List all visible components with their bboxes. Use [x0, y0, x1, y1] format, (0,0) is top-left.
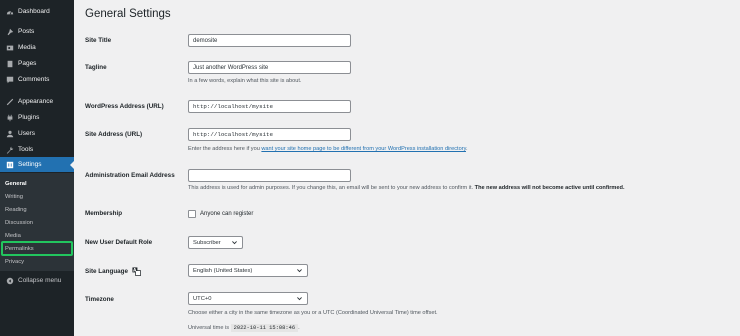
sidebar-item-tools[interactable]: Tools	[0, 142, 74, 157]
default-role-value: Subscriber	[193, 239, 221, 246]
site-address-desc-end: .	[465, 146, 468, 152]
universal-time-suffix: .	[298, 325, 300, 331]
admin-sidebar: Dashboard Posts Media Pages Comments App…	[0, 0, 74, 336]
sidebar-item-settings[interactable]: Settings	[0, 157, 74, 172]
default-role-label: New User Default Role	[85, 239, 153, 246]
brush-icon	[0, 98, 16, 106]
timezone-select[interactable]: UTC+0	[188, 292, 308, 305]
submenu-item-reading[interactable]: Reading	[5, 207, 27, 213]
site-address-help-link[interactable]: want your site home page to be different…	[261, 146, 466, 152]
sidebar-item-label: Tools	[18, 146, 34, 153]
sidebar-item-media[interactable]: Media	[0, 40, 74, 55]
site-address-desc-text: Enter the address here if you	[188, 146, 262, 152]
settings-main: General Settings Site Title demosite Tag…	[74, 0, 740, 336]
site-language-value: English (United States)	[193, 267, 253, 274]
user-icon	[0, 130, 16, 138]
membership-label: Membership	[85, 210, 123, 217]
admin-email-desc-text: This address is used for admin purposes.…	[188, 185, 475, 191]
collapse-icon	[0, 277, 16, 285]
universal-time-label: Universal time is	[188, 325, 230, 331]
sidebar-item-label: Users	[18, 130, 35, 137]
sidebar-item-posts[interactable]: Posts	[0, 24, 74, 39]
universal-time: Universal time is 2022-10-11 15:08:46.	[188, 324, 300, 332]
comment-icon	[0, 76, 16, 84]
permalinks-highlight	[1, 241, 73, 256]
submenu-item-discussion[interactable]: Discussion	[5, 220, 33, 226]
site-address-label: Site Address (URL)	[85, 131, 143, 138]
sidebar-item-comments[interactable]: Comments	[0, 72, 74, 87]
default-role-select[interactable]: Subscriber	[188, 236, 243, 249]
anyone-can-register-checkbox[interactable]	[188, 210, 196, 218]
site-title-input[interactable]: demosite	[188, 34, 351, 47]
settings-icon	[0, 161, 16, 169]
site-language-select[interactable]: English (United States)	[188, 264, 308, 277]
timezone-value: UTC+0	[193, 295, 212, 302]
wrench-icon	[0, 146, 16, 154]
sidebar-item-label: Pages	[18, 60, 37, 67]
settings-submenu: General Writing Reading Discussion Media…	[0, 173, 74, 271]
admin-email-desc-bold: The new address will not become active u…	[474, 185, 625, 191]
sidebar-item-appearance[interactable]: Appearance	[0, 94, 74, 109]
sidebar-item-plugins[interactable]: Plugins	[0, 110, 74, 125]
wp-address-label: WordPress Address (URL)	[85, 103, 164, 110]
plugin-icon	[0, 114, 16, 122]
submenu-item-general[interactable]: General	[5, 181, 27, 187]
sidebar-item-dashboard[interactable]: Dashboard	[0, 4, 74, 19]
timezone-label: Timezone	[85, 296, 114, 303]
admin-email-input[interactable]	[188, 169, 351, 182]
pin-icon	[0, 28, 16, 36]
collapse-menu-label: Collapse menu	[18, 277, 62, 284]
page-icon	[0, 60, 16, 68]
sidebar-item-label: Media	[18, 44, 36, 51]
dashboard-icon	[0, 8, 16, 16]
chevron-down-icon	[295, 295, 303, 303]
sidebar-item-label: Posts	[18, 28, 35, 35]
sidebar-item-label: Comments	[18, 76, 50, 83]
tagline-input[interactable]: Just another WordPress site	[188, 61, 351, 74]
admin-email-description: This address is used for admin purposes.…	[188, 185, 625, 191]
site-address-input[interactable]: http://localhost/mysite	[188, 128, 351, 141]
chevron-down-icon	[230, 239, 238, 247]
anyone-can-register-label: Anyone can register	[200, 211, 254, 217]
site-address-description: Enter the address here if you want your …	[188, 146, 468, 152]
sidebar-item-label: Dashboard	[18, 8, 50, 15]
sidebar-item-label: Settings	[18, 161, 42, 168]
submenu-item-writing[interactable]: Writing	[5, 194, 23, 200]
submenu-item-privacy[interactable]: Privacy	[5, 259, 24, 265]
timezone-description: Choose either a city in the same timezon…	[188, 310, 438, 316]
chevron-down-icon	[295, 267, 303, 275]
tagline-label: Tagline	[85, 64, 107, 71]
site-language-label-row: Site Language A	[85, 267, 141, 276]
translation-icon: A	[132, 267, 141, 276]
media-icon	[0, 44, 16, 52]
admin-email-label: Administration Email Address	[85, 172, 175, 179]
wp-address-input[interactable]: http://localhost/mysite	[188, 100, 351, 113]
site-title-label: Site Title	[85, 37, 112, 44]
submenu-item-media[interactable]: Media	[5, 233, 21, 239]
sidebar-item-users[interactable]: Users	[0, 126, 74, 141]
membership-option: Anyone can register	[188, 210, 253, 218]
tagline-description: In a few words, explain what this site i…	[188, 78, 302, 84]
collapse-menu-button[interactable]: Collapse menu	[0, 273, 74, 288]
universal-time-value: 2022-10-11 15:08:46	[230, 324, 299, 332]
site-language-label: Site Language	[85, 268, 129, 275]
sidebar-item-pages[interactable]: Pages	[0, 56, 74, 71]
sidebar-item-label: Appearance	[18, 98, 54, 105]
sidebar-item-label: Plugins	[18, 114, 40, 121]
page-title: General Settings	[85, 8, 171, 20]
